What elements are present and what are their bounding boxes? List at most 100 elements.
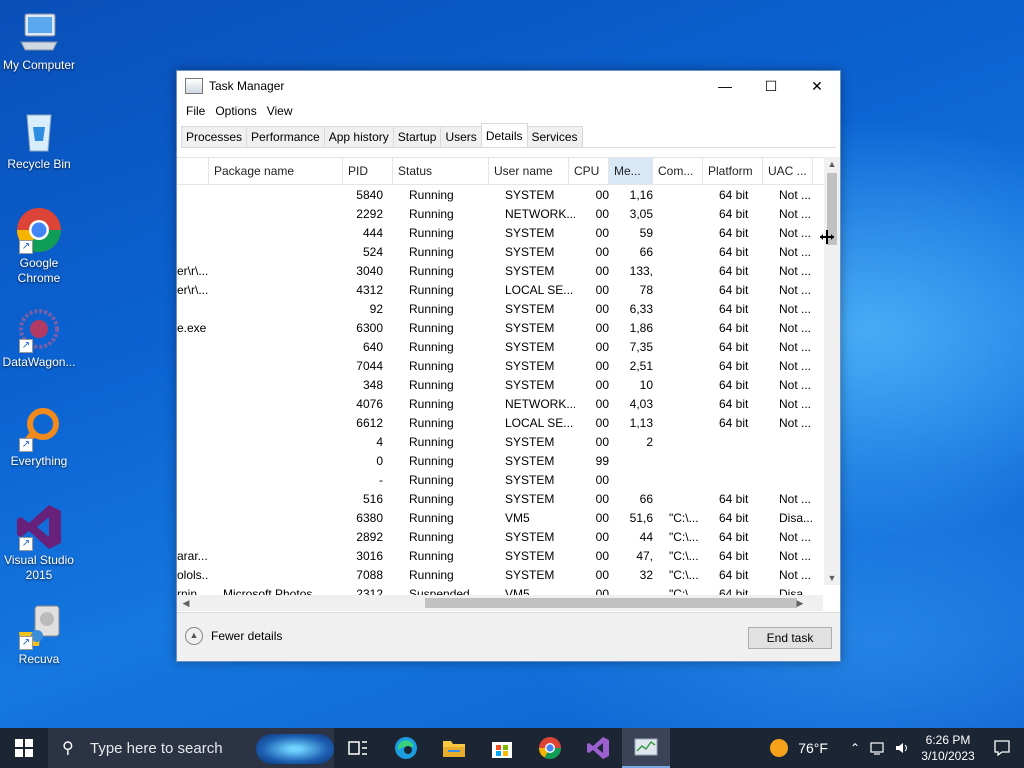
volume-icon[interactable]: [894, 741, 910, 755]
tab-users[interactable]: Users: [440, 126, 482, 147]
column-header-name[interactable]: [177, 158, 209, 184]
scroll-down-icon[interactable]: ▼: [824, 571, 840, 585]
user-name-cell: SYSTEM: [505, 549, 555, 563]
table-row[interactable]: 444 Running SYSTEM 00 59 64 bit Not ...: [177, 224, 824, 243]
command-line-cell: [669, 471, 703, 490]
tab-performance[interactable]: Performance: [246, 126, 325, 147]
table-row[interactable]: 4 Running SYSTEM 00 2: [177, 433, 824, 452]
menu-file[interactable]: File: [181, 104, 210, 118]
desktop-icon-recycle-bin[interactable]: Recycle Bin: [0, 107, 78, 172]
package-name-cell: [223, 509, 343, 528]
weather-sun-icon[interactable]: [770, 739, 789, 757]
column-header-package-name[interactable]: Package name: [209, 158, 343, 184]
desktop-icon-my-computer[interactable]: My Computer: [0, 8, 78, 73]
user-name-cell: NETWORK...: [505, 207, 575, 221]
column-header-command-line[interactable]: Com...: [653, 158, 703, 184]
table-row[interactable]: 2892 Running SYSTEM 00 44 "C:\... 64 bit Not ..…: [177, 528, 824, 547]
platform-cell: 64 bit: [719, 549, 749, 563]
tab-startup[interactable]: Startup: [392, 126, 442, 147]
table-row[interactable]: 640 Running SYSTEM 00 7,35 64 bit Not ...: [177, 338, 824, 357]
pid-cell: 348: [362, 378, 383, 392]
tab-processes[interactable]: Processes: [181, 126, 248, 147]
task-manager-taskbar-icon[interactable]: [622, 728, 670, 768]
pid-cell: 5840: [356, 188, 383, 202]
file-explorer-icon[interactable]: [430, 728, 478, 768]
status-cell: Running: [409, 492, 454, 506]
tab-details[interactable]: Details: [480, 123, 528, 147]
scroll-up-icon[interactable]: ▲: [824, 157, 840, 171]
package-name-cell: [223, 262, 343, 281]
table-row[interactable]: 7044 Running SYSTEM 00 2,51 64 bit Not ...: [177, 357, 824, 376]
table-row[interactable]: - Running SYSTEM 00: [177, 471, 824, 490]
uac-cell: Not ...: [779, 340, 812, 354]
scroll-left-icon[interactable]: ◀: [179, 595, 193, 611]
network-icon[interactable]: [870, 741, 886, 755]
maximize-button[interactable]: ☐: [748, 71, 794, 101]
table-row[interactable]: arar... 3016 Running SYSTEM 00 47, "C:\... 64 b…: [177, 547, 824, 566]
column-header-platform[interactable]: Platform: [703, 158, 763, 184]
user-name-cell: SYSTEM: [505, 264, 555, 278]
memory-cell: 1,86: [629, 321, 653, 335]
column-header-cpu[interactable]: CPU: [569, 158, 609, 184]
table-row[interactable]: e.exe 6300 Running SYSTEM 00 1,86 64 bit Not ..…: [177, 319, 824, 338]
start-button[interactable]: [0, 728, 48, 768]
desktop-icon-everything[interactable]: ↗ Everything: [0, 404, 78, 469]
chevron-up-icon[interactable]: ⌃: [850, 741, 860, 755]
taskbar-search-box[interactable]: ⚲ Type here to search: [48, 728, 334, 768]
column-header-status[interactable]: Status: [393, 158, 489, 184]
desktop-icon-recuva[interactable]: ↗ Recuva: [0, 602, 78, 667]
end-task-button[interactable]: End task: [748, 627, 832, 649]
store-icon[interactable]: [478, 728, 526, 768]
status-cell: Running: [409, 207, 454, 221]
minimize-button[interactable]: —: [702, 71, 748, 101]
weather-temperature[interactable]: 76°F: [798, 740, 828, 756]
desktop-icon-visual-studio[interactable]: ↗ Visual Studio 2015: [0, 503, 78, 583]
table-row[interactable]: 4076 Running NETWORK... 00 4,03 64 bit Not ...: [177, 395, 824, 414]
table-row[interactable]: 348 Running SYSTEM 00 10 64 bit Not ...: [177, 376, 824, 395]
table-row[interactable]: olols... 7088 Running SYSTEM 00 32 "C:\... 64 b…: [177, 566, 824, 585]
menu-options[interactable]: Options: [210, 104, 261, 118]
desktop-icon-google-chrome[interactable]: ↗ Google Chrome: [0, 206, 78, 286]
visual-studio-taskbar-icon[interactable]: [574, 728, 622, 768]
desktop-icon-datawagon[interactable]: ↗ DataWagon...: [0, 305, 78, 370]
horizontal-scroll-thumb[interactable]: [425, 598, 797, 608]
horizontal-scrollbar[interactable]: ◀ ▶: [177, 595, 823, 611]
scroll-right-icon[interactable]: ▶: [793, 595, 807, 611]
table-row[interactable]: 524 Running SYSTEM 00 66 64 bit Not ...: [177, 243, 824, 262]
package-name-cell: [223, 338, 343, 357]
cpu-cell: 00: [595, 264, 609, 278]
table-row[interactable]: er\r\... 3040 Running SYSTEM 00 133, 64 bit Not…: [177, 262, 824, 281]
task-view-icon[interactable]: [334, 728, 382, 768]
memory-cell: 59: [639, 226, 653, 240]
clock[interactable]: 6:26 PM 3/10/2023: [916, 732, 980, 764]
table-row[interactable]: 92 Running SYSTEM 00 6,33 64 bit Not ...: [177, 300, 824, 319]
table-row[interactable]: 6612 Running LOCAL SE... 00 1,13 64 bit Not ..…: [177, 414, 824, 433]
column-header-uac[interactable]: UAC ...: [763, 158, 813, 184]
column-header-pid[interactable]: PID: [343, 158, 393, 184]
fewer-details-toggle[interactable]: ▲ Fewer details: [185, 627, 282, 645]
platform-cell: 64 bit: [719, 397, 749, 411]
chrome-taskbar-icon[interactable]: [526, 728, 574, 768]
vertical-scrollbar[interactable]: ▲ ▼: [824, 157, 840, 585]
column-header-user-name[interactable]: User name: [489, 158, 569, 184]
memory-cell: 7,35: [629, 340, 653, 354]
table-row[interactable]: 516 Running SYSTEM 00 66 64 bit Not ...: [177, 490, 824, 509]
table-row[interactable]: 5840 Running SYSTEM 00 1,16 64 bit Not ...: [177, 186, 824, 205]
column-header-memory[interactable]: Me...: [609, 158, 653, 184]
uac-cell: Not ...: [779, 302, 812, 316]
tab-app-history[interactable]: App history: [323, 126, 394, 147]
menu-view[interactable]: View: [262, 104, 298, 118]
platform-cell: 64 bit: [719, 359, 749, 373]
edge-icon[interactable]: [382, 728, 430, 768]
table-row[interactable]: 0 Running SYSTEM 99: [177, 452, 824, 471]
tab-services[interactable]: Services: [526, 126, 583, 147]
table-row[interactable]: 6380 Running VM5 00 51,6 "C:\... 64 bit Disa...: [177, 509, 824, 528]
notification-center-button[interactable]: [980, 728, 1024, 768]
close-button[interactable]: ✕: [794, 71, 840, 101]
title-bar[interactable]: Task Manager — ☐ ✕: [177, 71, 840, 101]
footer-bar: ▲ Fewer details End task: [177, 612, 840, 661]
table-row[interactable]: 2292 Running NETWORK... 00 3,05 64 bit Not ...: [177, 205, 824, 224]
cpu-cell: 00: [595, 226, 609, 240]
table-row[interactable]: er\r\... 4312 Running LOCAL SE... 00 78 64 bit…: [177, 281, 824, 300]
search-placeholder: Type here to search: [90, 739, 223, 757]
